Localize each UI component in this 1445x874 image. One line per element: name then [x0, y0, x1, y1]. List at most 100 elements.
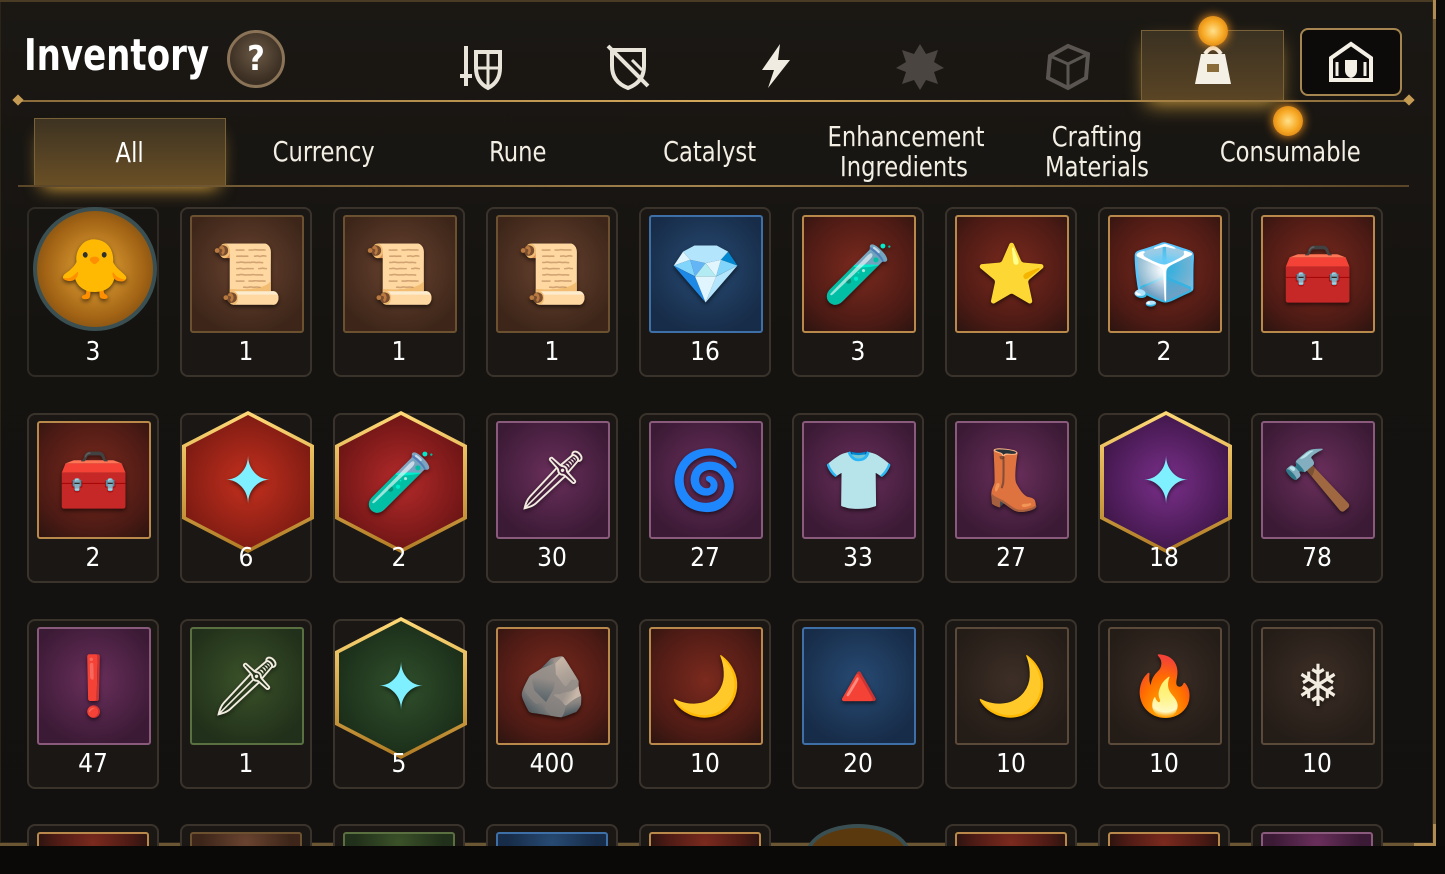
item-thumbnail: 🌀: [649, 421, 763, 539]
guild-storage-icon: [1329, 41, 1373, 82]
item-thumbnail: 🧪: [802, 215, 916, 333]
guild-storage-button[interactable]: [1300, 28, 1402, 96]
star-stone-hex-icon: ✦: [1141, 445, 1191, 519]
armor-stone-icon: 👕: [822, 446, 896, 514]
star-potion-icon: ⭐: [975, 240, 1049, 308]
sword-stone-icon: 🗡: [516, 446, 590, 514]
item-thumbnail: 📜: [496, 215, 610, 333]
grid-item-pink-flask-hex[interactable]: 🧪 2: [333, 411, 467, 583]
grid-item-sword-stone-white[interactable]: 🗡 1: [180, 619, 312, 789]
red-disc-icon: 🔥: [1128, 652, 1202, 720]
item-count: 27: [690, 543, 720, 573]
tabs-divider: [18, 185, 1409, 187]
artifact-lightning-icon[interactable]: [748, 38, 804, 94]
item-count: 30: [537, 543, 567, 573]
grid-item-pink-disc[interactable]: 🌙 10: [945, 619, 1077, 789]
grid-item-moon-triangle-gem[interactable]: 🔺 20: [792, 619, 924, 789]
help-button[interactable]: ?: [227, 30, 285, 88]
mascot-coin-icon: 🐥: [58, 235, 132, 303]
item-count: 27: [996, 543, 1026, 573]
dark-crystal-shard-icon: 🪨: [516, 652, 590, 720]
item-thumbnail: 🌙: [649, 627, 763, 745]
item-count: 1: [1309, 337, 1325, 367]
golden-chest-2-icon: 🧰: [57, 446, 131, 514]
grid-item-red-disc[interactable]: 🔥 10: [1098, 619, 1230, 789]
grid-item-dark-crystal-shard[interactable]: 🪨 400: [486, 619, 618, 789]
tab-currency[interactable]: Currency: [228, 118, 420, 186]
pink-flask-hex-icon: 🧪: [364, 448, 438, 516]
exclusive-icon[interactable]: [892, 38, 948, 94]
gold-crystal-cluster-icon: 💎: [669, 240, 743, 308]
item-count: 78: [1302, 543, 1332, 573]
item-thumbnail: 🔺: [802, 627, 916, 745]
item-count: 1: [544, 337, 560, 367]
item-count: 400: [529, 749, 575, 779]
grid-item-helm-stone[interactable]: 🌀 27: [639, 413, 771, 583]
grid-item-red-gem-hex[interactable]: ✦ 6: [180, 411, 314, 583]
item-count: 16: [690, 337, 720, 367]
grid-item-exclaim-stone[interactable]: ❗ 47: [27, 619, 159, 789]
grid-item-boot-stone[interactable]: 👢 27: [945, 413, 1077, 583]
bottom-bar: [0, 846, 1445, 874]
item-thumbnail: 🌙: [955, 627, 1069, 745]
grid-item-sword-stone[interactable]: 🗡 30: [486, 413, 618, 583]
item-count: 10: [1149, 749, 1179, 779]
star-stone-white-hex-icon: ✦: [376, 651, 426, 725]
item-count: 1: [391, 337, 407, 367]
grid-item-golden-chest[interactable]: 🧰 1: [1251, 207, 1383, 377]
header-divider: [18, 100, 1409, 102]
frame-corner: [1414, 0, 1436, 19]
grid-item-moon-pentagon-gem[interactable]: 🌙 10: [639, 619, 771, 789]
bag-icon[interactable]: [1185, 38, 1241, 94]
item-count: 2: [1156, 337, 1172, 367]
tab-all[interactable]: All: [34, 118, 226, 186]
equipment-icon[interactable]: [454, 38, 510, 94]
item-count: 5: [391, 749, 407, 779]
item-count: 47: [78, 749, 108, 779]
grid-item-red-potion[interactable]: 🧪 3: [792, 207, 924, 377]
tab-crafting-materials[interactable]: Crafting Materials: [1006, 118, 1188, 186]
blue-disc-icon: ❄: [1296, 652, 1340, 720]
frame-corner: [1414, 824, 1436, 846]
grid-item-scroll-upgrade-orange[interactable]: 📜 1: [180, 207, 312, 377]
material-box-icon[interactable]: [1040, 38, 1096, 94]
item-count: 10: [996, 749, 1026, 779]
grid-item-gold-crystal-cluster[interactable]: 💎 16: [639, 207, 771, 377]
item-count: 1: [238, 337, 254, 367]
item-thumbnail: 👕: [802, 421, 916, 539]
moon-pentagon-gem-icon: 🌙: [669, 652, 743, 720]
item-thumbnail: 🧊: [1108, 215, 1222, 333]
notification-dot: [1198, 16, 1228, 46]
grid-item-scroll-upgrade-plain[interactable]: 📜 1: [486, 207, 618, 377]
tab-enhancement-ingredients[interactable]: Enhancement Ingredients: [806, 118, 1002, 186]
grid-item-golden-chest-2[interactable]: 🧰 2: [27, 413, 159, 583]
golden-chest-icon: 🧰: [1281, 240, 1355, 308]
item-count: 2: [391, 543, 407, 573]
grid-item-blue-disc[interactable]: ❄ 10: [1251, 619, 1383, 789]
item-count: 1: [1003, 337, 1019, 367]
scroll-upgrade-plain-icon: 📜: [516, 240, 590, 308]
item-thumbnail: 🪨: [496, 627, 610, 745]
grid-item-mascot-coin[interactable]: 🐥 3: [27, 207, 159, 377]
item-thumbnail: 🗡: [190, 627, 304, 745]
item-thumbnail: 🧰: [37, 421, 151, 539]
tab-rune[interactable]: Rune: [422, 118, 614, 186]
item-thumbnail: 🐥: [33, 207, 157, 331]
grid-item-blue-chest[interactable]: 🧊 2: [1098, 207, 1230, 377]
helm-stone-icon: 🌀: [669, 446, 743, 514]
grid-item-scroll-upgrade-rainbow[interactable]: 📜 1: [333, 207, 465, 377]
grid-item-star-potion[interactable]: ⭐ 1: [945, 207, 1077, 377]
tab-catalyst[interactable]: Catalyst: [614, 118, 806, 186]
item-thumbnail: ❗: [37, 627, 151, 745]
grid-item-star-stone-hex[interactable]: ✦ 18: [1098, 411, 1232, 583]
item-thumbnail: 👢: [955, 421, 1069, 539]
grid-item-armor-stone[interactable]: 👕 33: [792, 413, 924, 583]
grid-item-hammer-stone[interactable]: 🔨 78: [1251, 413, 1383, 583]
item-count: 2: [85, 543, 101, 573]
grid-item-star-stone-white-hex[interactable]: ✦ 5: [333, 617, 467, 789]
item-count: 6: [238, 543, 254, 573]
pink-disc-icon: 🌙: [975, 652, 1049, 720]
no-equip-icon[interactable]: [600, 38, 656, 94]
hammer-stone-icon: 🔨: [1281, 446, 1355, 514]
item-count: 10: [690, 749, 720, 779]
